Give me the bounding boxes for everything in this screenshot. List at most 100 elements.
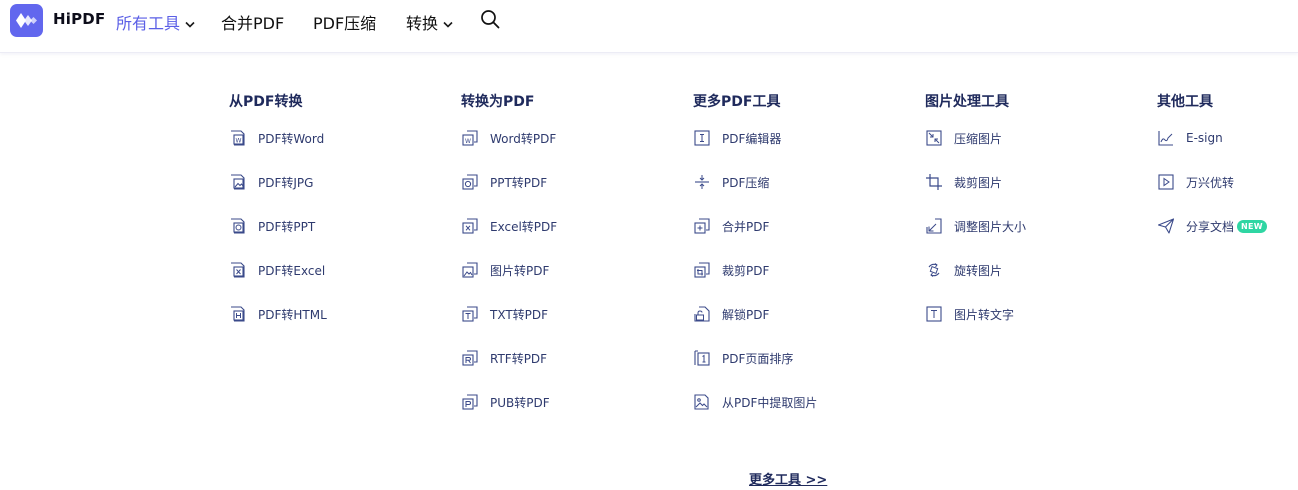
column-more-pdf-tools: 更多PDF工具 PDF编辑器 PDF压缩 合并PDF 裁剪PDF 解锁PDF P… <box>693 92 913 410</box>
tool-label: 裁剪图片 <box>954 175 1003 190</box>
tool-label: 合并PDF <box>722 219 770 234</box>
crop-icon <box>926 174 942 190</box>
tool-share-document[interactable]: 分享文档 NEW <box>1157 216 1267 236</box>
tool-label: PDF编辑器 <box>722 131 782 146</box>
column-from-pdf: 从PDF转换 W PDF转Word PDF转JPG PDF转PPT PDF转Ex… <box>229 92 449 322</box>
image-to-pdf-icon <box>462 262 478 278</box>
column-title: 更多PDF工具 <box>693 94 781 110</box>
tool-image-to-text[interactable]: 图片转文字 <box>925 304 1014 324</box>
tool-label: 调整图片大小 <box>954 219 1027 234</box>
chevron-down-icon <box>185 21 195 28</box>
play-icon <box>1158 174 1174 190</box>
file-word-icon: W <box>231 130 245 146</box>
tool-label: PDF转PPT <box>258 219 316 234</box>
file-html-icon <box>231 306 245 322</box>
tool-ppt-to-pdf[interactable]: PPT转PDF <box>461 172 547 192</box>
tool-pdf-editor[interactable]: PDF编辑器 <box>693 128 781 148</box>
tool-pdf-to-html[interactable]: PDF转HTML <box>229 304 327 324</box>
tool-label: RTF转PDF <box>490 351 548 366</box>
nav-merge-pdf[interactable]: 合并PDF <box>221 10 284 34</box>
pub-to-pdf-icon <box>462 394 478 410</box>
tool-rtf-to-pdf[interactable]: RTF转PDF <box>461 348 547 368</box>
tool-crop-image[interactable]: 裁剪图片 <box>925 172 1002 192</box>
tool-label: 压缩图片 <box>954 131 1003 146</box>
nav-pdf-compress[interactable]: PDF压缩 <box>313 10 376 34</box>
column-title: 其他工具 <box>1157 94 1213 110</box>
column-to-pdf: 转换为PDF W Word转PDF PPT转PDF Excel转PDF 图片转P… <box>461 92 681 410</box>
tool-pdf-to-jpg[interactable]: PDF转JPG <box>229 172 313 192</box>
tool-word-to-pdf[interactable]: W Word转PDF <box>461 128 556 148</box>
tool-label: Word转PDF <box>490 131 557 146</box>
compress-icon <box>695 175 709 189</box>
tool-label: PUB转PDF <box>490 395 550 410</box>
rtf-to-pdf-icon <box>462 350 478 366</box>
tool-label: PDF转JPG <box>258 175 314 190</box>
nav-all-tools-label: 所有工具 <box>116 14 181 33</box>
tool-rotate-image[interactable]: 旋转图片 <box>925 260 1002 280</box>
resize-icon <box>926 218 942 234</box>
file-excel-icon <box>231 262 245 278</box>
tool-label: PDF压缩 <box>722 175 770 190</box>
more-tools-link[interactable]: 更多工具 >> <box>749 469 827 488</box>
send-icon <box>1157 218 1175 234</box>
tool-label: E-sign <box>1186 131 1223 145</box>
tool-label: 图片转文字 <box>954 307 1015 322</box>
top-navigation-bar: HiPDF 所有工具 合并PDF PDF压缩 转换 <box>0 0 1298 53</box>
brand-name[interactable]: HiPDF <box>53 10 105 28</box>
tool-pdf-compress[interactable]: PDF压缩 <box>693 172 769 192</box>
tool-label: 分享文档 <box>1186 219 1235 234</box>
tool-label: PDF转HTML <box>258 307 327 322</box>
tool-resize-image[interactable]: 调整图片大小 <box>925 216 1026 236</box>
crop-pdf-icon <box>694 262 710 278</box>
tool-pdf-to-word[interactable]: W PDF转Word <box>229 128 324 148</box>
tool-label: 万兴优转 <box>1186 175 1235 190</box>
svg-text:W: W <box>236 137 242 144</box>
svg-text:W: W <box>465 138 471 145</box>
tool-image-to-pdf[interactable]: 图片转PDF <box>461 260 549 280</box>
nav-convert[interactable]: 转换 <box>406 10 453 34</box>
tool-label: 图片转PDF <box>490 263 550 278</box>
column-title: 从PDF转换 <box>229 94 303 110</box>
ppt-to-pdf-icon <box>462 174 478 190</box>
new-badge: NEW <box>1237 219 1267 233</box>
tool-label: 解锁PDF <box>722 307 770 322</box>
tool-extract-images[interactable]: 从PDF中提取图片 <box>693 392 817 412</box>
tool-pdf-to-ppt[interactable]: PDF转PPT <box>229 216 315 236</box>
nav-convert-label: 转换 <box>406 14 439 33</box>
esign-icon <box>1158 131 1173 146</box>
compress-image-icon <box>926 130 942 146</box>
tool-pdf-to-excel[interactable]: PDF转Excel <box>229 260 325 280</box>
tool-unlock-pdf[interactable]: 解锁PDF <box>693 304 769 324</box>
rotate-icon <box>928 263 940 277</box>
tool-label: PPT转PDF <box>490 175 548 190</box>
tool-label: PDF页面排序 <box>722 351 794 366</box>
file-ppt-icon <box>231 218 245 234</box>
search-icon[interactable] <box>480 9 500 29</box>
extract-image-icon <box>694 394 709 410</box>
excel-to-pdf-icon <box>462 218 478 234</box>
tool-label: TXT转PDF <box>490 307 549 322</box>
tool-excel-to-pdf[interactable]: Excel转PDF <box>461 216 557 236</box>
column-title: 图片处理工具 <box>925 94 1009 110</box>
nav-all-tools[interactable]: 所有工具 <box>116 10 195 34</box>
chevron-down-icon <box>443 21 453 28</box>
txt-to-pdf-icon <box>462 306 478 322</box>
unlock-icon <box>694 306 710 322</box>
tool-compress-image[interactable]: 压缩图片 <box>925 128 1002 148</box>
tool-pub-to-pdf[interactable]: PUB转PDF <box>461 392 550 412</box>
column-title: 转换为PDF <box>461 94 535 110</box>
hipdf-logo-icon[interactable] <box>10 4 43 37</box>
tool-pdf-page-order[interactable]: PDF页面排序 <box>693 348 793 368</box>
tool-txt-to-pdf[interactable]: TXT转PDF <box>461 304 548 324</box>
column-other-tools: 其他工具 E-sign 万兴优转 分享文档 NEW <box>1157 92 1298 234</box>
tool-label: 旋转图片 <box>954 263 1003 278</box>
file-image-icon <box>231 174 245 190</box>
word-to-pdf-icon: W <box>462 130 478 146</box>
merge-icon <box>694 218 710 234</box>
tool-esign[interactable]: E-sign <box>1157 128 1223 148</box>
tool-merge-pdf[interactable]: 合并PDF <box>693 216 769 236</box>
tool-wondershare-convert[interactable]: 万兴优转 <box>1157 172 1234 192</box>
tool-crop-pdf[interactable]: 裁剪PDF <box>693 260 769 280</box>
tool-label: Excel转PDF <box>490 219 558 234</box>
text-cursor-icon <box>694 130 710 146</box>
